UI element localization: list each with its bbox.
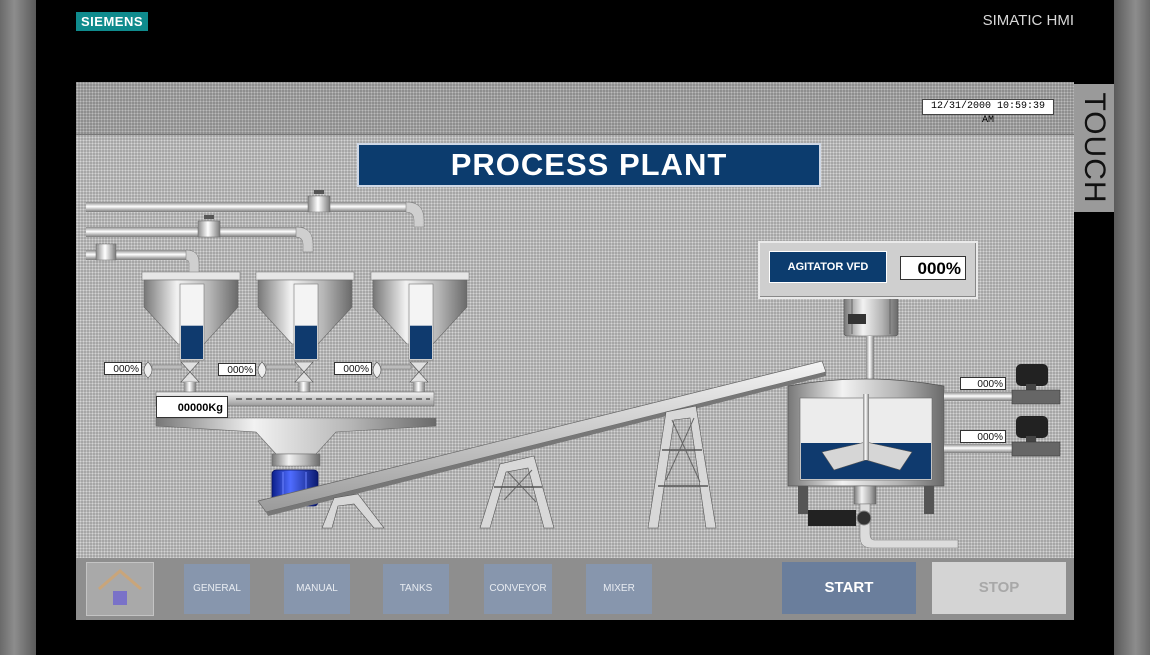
nav-mixer-button[interactable]: MIXER [586, 564, 652, 614]
agitator-vfd-label: AGITATOR VFD [769, 251, 887, 283]
nav-conveyor-button[interactable]: CONVEYOR [484, 564, 552, 614]
device-bezel-right [1114, 0, 1150, 655]
mixer-tank [787, 378, 959, 549]
conveyor-support-2 [479, 455, 555, 529]
conveyor-support-3 [647, 405, 717, 529]
agitator-vfd-panel: AGITATOR VFD 000% [758, 241, 978, 299]
touch-label: TOUCH [1078, 92, 1111, 204]
hopper-1-level [181, 325, 203, 359]
home-button[interactable] [86, 562, 154, 616]
home-icon [98, 569, 142, 605]
valve-1-readout[interactable]: 000% [104, 362, 142, 375]
feed-pipe-2 [86, 215, 314, 253]
siemens-logo: SIEMENS [76, 12, 149, 31]
discharge-valve-2[interactable] [257, 361, 314, 394]
hopper-2-level [295, 325, 317, 359]
valve-2-readout[interactable]: 000% [218, 363, 256, 376]
weight-readout[interactable]: 00000Kg [156, 396, 228, 418]
navigation-bar: GENERAL MANUAL TANKS CONVEYOR MIXER STAR… [76, 558, 1074, 620]
device-bezel-left [0, 0, 36, 655]
nav-manual-button[interactable]: MANUAL [284, 564, 350, 614]
hopper-2 [255, 271, 355, 361]
hopper-1 [141, 271, 241, 361]
nav-tanks-button[interactable]: TANKS [383, 564, 449, 614]
valve-3-readout[interactable]: 000% [334, 362, 372, 375]
discharge-valve-1[interactable] [143, 361, 200, 394]
feed-pipe-1 [86, 190, 425, 228]
hopper-3-level [410, 325, 432, 359]
start-button[interactable]: START [782, 562, 916, 614]
nav-general-button[interactable]: GENERAL [184, 564, 250, 614]
inlet-1-readout[interactable]: 000% [960, 377, 1006, 390]
feed-pipe-3 [86, 243, 200, 275]
hopper-3 [370, 271, 470, 361]
stop-button[interactable]: STOP [932, 562, 1066, 614]
device-model-label: SIMATIC HMI [982, 12, 1074, 29]
touch-badge: TOUCH [1074, 84, 1114, 212]
discharge-valve-3[interactable] [372, 361, 429, 394]
page-title: PROCESS PLANT [357, 143, 821, 187]
agitator-vfd-value[interactable]: 000% [900, 256, 966, 280]
inlet-2-readout[interactable]: 000% [960, 430, 1006, 443]
hmi-screen: 12/31/2000 10:59:39 AM PROCESS PLANT AGI… [76, 82, 1074, 620]
